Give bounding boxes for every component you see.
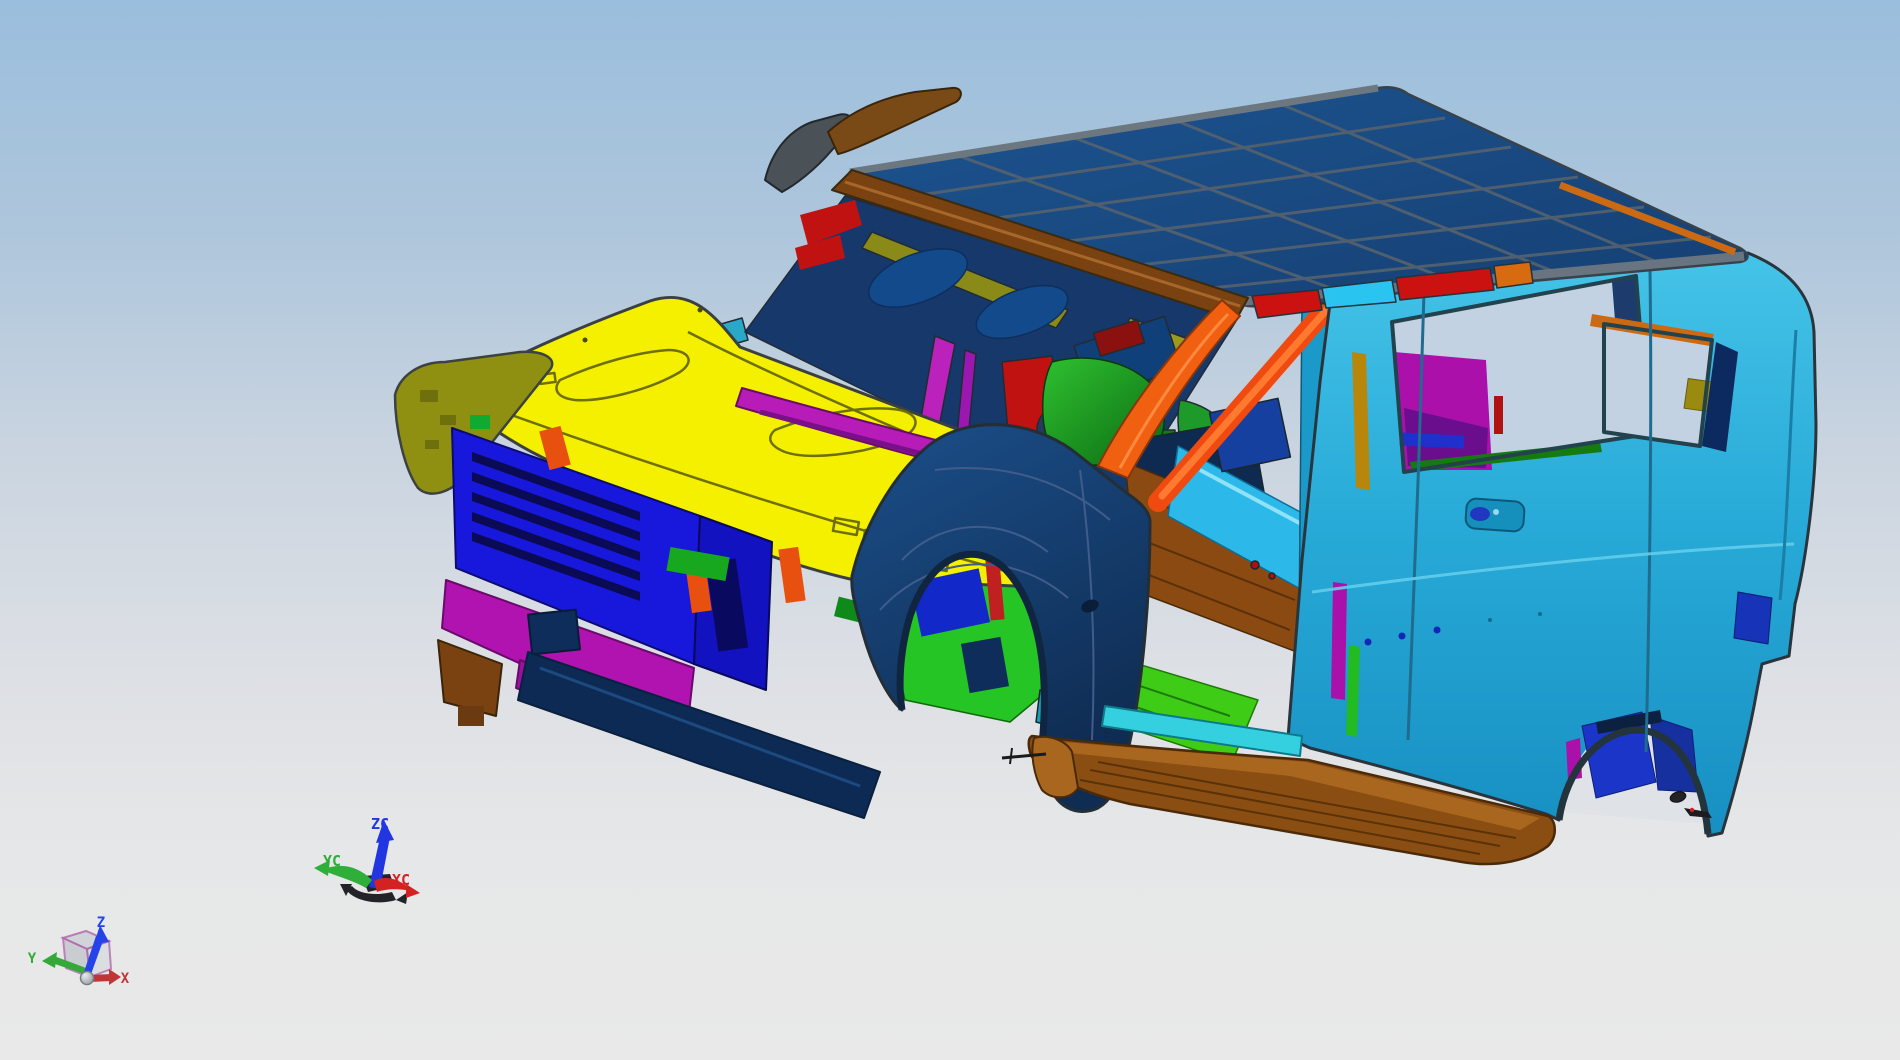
chin-beam-highlight <box>540 668 860 786</box>
bodyshell-model[interactable] <box>395 87 1816 864</box>
bracket-brown-small <box>458 706 484 726</box>
antenna-tick <box>1010 748 1012 764</box>
abs-origin-ball[interactable] <box>81 972 94 985</box>
abs-z-label: Z <box>97 915 105 931</box>
b-pillar-strip-magenta <box>1331 582 1347 700</box>
cad-3d-viewport[interactable]: ZC YC XC Y Z X <box>0 0 1900 1060</box>
wcs-y-axis[interactable]: YC <box>314 852 372 888</box>
wcs-triad[interactable]: ZC YC XC <box>314 815 420 904</box>
engine-bay-box <box>528 610 580 655</box>
wcs-z-label: ZC <box>371 815 389 833</box>
chin-beam <box>518 652 880 818</box>
absolute-csys-indicator[interactable]: Y Z X <box>28 915 130 987</box>
abs-y-label: Y <box>28 951 37 967</box>
wcs-y-label: YC <box>323 852 341 870</box>
abs-x-label: X <box>121 971 130 987</box>
wcs-x-label: XC <box>392 871 410 889</box>
body-side-panel[interactable] <box>1245 253 1816 836</box>
